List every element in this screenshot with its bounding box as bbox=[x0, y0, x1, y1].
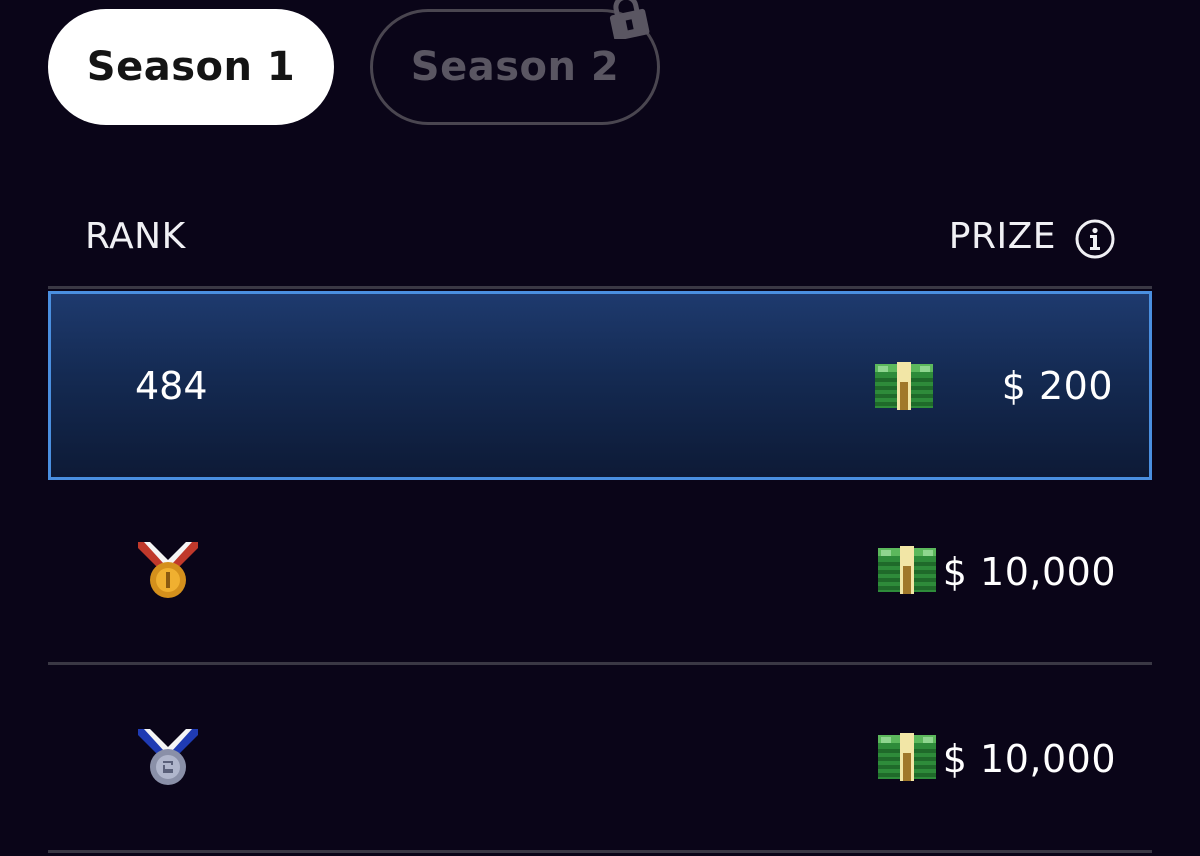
info-icon[interactable] bbox=[1074, 218, 1116, 260]
table-row: 484 $ 200 bbox=[48, 291, 1152, 480]
row-divider bbox=[48, 850, 1152, 853]
silver-medal-icon bbox=[138, 729, 198, 785]
prize-value: $ 10,000 bbox=[942, 737, 1116, 781]
table-row: $ 10,000 bbox=[48, 480, 1152, 663]
money-stack-icon bbox=[878, 733, 936, 781]
tab-season-1[interactable]: Season 1 bbox=[48, 9, 334, 125]
table-row: $ 10,000 bbox=[48, 665, 1152, 850]
lock-icon bbox=[609, 0, 650, 39]
prize-column-header: PRIZE bbox=[948, 216, 1056, 257]
money-stack-icon bbox=[875, 362, 933, 410]
money-stack-icon bbox=[878, 546, 936, 594]
table-header: RANK PRIZE bbox=[48, 212, 1152, 264]
season-tabs: Season 1 Season 2 bbox=[48, 0, 668, 131]
prize-value: $ 10,000 bbox=[942, 550, 1116, 594]
header-divider bbox=[48, 286, 1152, 289]
prize-value: $ 200 bbox=[1001, 364, 1113, 408]
rank-column-header: RANK bbox=[85, 216, 186, 257]
gold-medal-icon bbox=[138, 542, 198, 598]
rank-value: 484 bbox=[135, 364, 208, 408]
